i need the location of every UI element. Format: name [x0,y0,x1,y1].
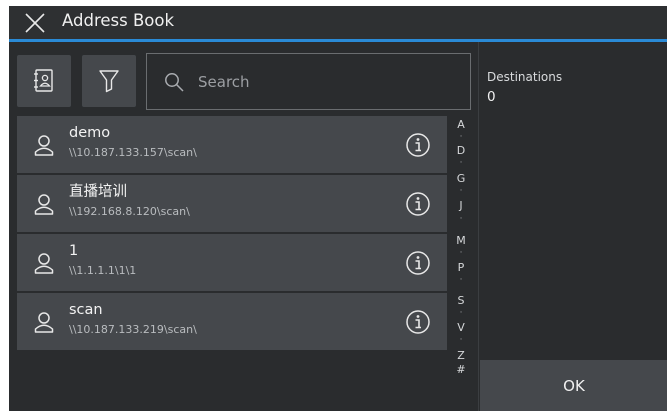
filter-icon [99,70,119,93]
toolbar: Search [9,47,477,110]
address-book-screen: Address Book Search demo \\10.187.133.15… [9,6,667,411]
alpha-index-letter[interactable]: S [447,294,475,307]
entry-name: demo [69,125,111,141]
alpha-index-separator: · [459,275,463,285]
filter-button[interactable] [82,55,136,107]
entry-path: \\10.187.133.219\scan\ [69,323,197,336]
user-icon [34,135,54,156]
entry-name: 1 [69,243,79,259]
destinations-panel: Destinations 0 OK [478,42,667,411]
alpha-index-separator: · [459,308,463,318]
info-icon[interactable] [405,250,431,276]
list-item[interactable]: demo \\10.187.133.157\scan\ [17,116,447,173]
alpha-index-letter[interactable]: M [447,234,475,247]
alpha-index-separator: · [459,132,463,142]
alpha-index-separator: · [459,158,463,168]
user-icon [34,194,54,215]
entry-name: scan [69,302,103,318]
info-icon[interactable] [405,132,431,158]
entry-path: \\192.168.8.120\scan\ [69,205,190,218]
alpha-index-letter[interactable]: Z [447,349,475,362]
alpha-index-letter[interactable]: P [447,261,475,274]
list-item[interactable]: 直播培训 \\192.168.8.120\scan\ [17,175,447,232]
search-placeholder: Search [198,73,250,91]
close-icon[interactable] [23,11,47,35]
info-icon[interactable] [405,191,431,217]
list-item[interactable]: scan \\10.187.133.219\scan\ [17,293,447,350]
alpha-index-letter[interactable]: # [447,363,475,376]
alpha-index-letter[interactable]: G [447,172,475,185]
search-input[interactable]: Search [146,53,471,110]
alpha-index-letter[interactable]: J [447,199,475,212]
ok-button[interactable]: OK [480,360,667,411]
alpha-index-separator: · [459,335,463,345]
address-book-icon [34,69,53,92]
alpha-index-letter[interactable]: D [447,144,475,157]
destinations-label: Destinations [487,70,563,84]
alpha-index-separator: · [459,214,463,224]
alphabet-index[interactable]: A · D · G · J · M · P · S · V · Z # [447,116,475,411]
alpha-index-letter[interactable]: V [447,321,475,334]
info-icon[interactable] [405,309,431,335]
alpha-index-separator: · [459,186,463,196]
entry-path: \\1.1.1.1\1\1 [69,264,137,277]
destinations-count: 0 [487,89,496,105]
alpha-index-separator: · [459,248,463,258]
entry-name: 直播培训 [69,184,127,200]
entry-path: \\10.187.133.157\scan\ [69,146,197,159]
user-icon [34,312,54,333]
header-bar: Address Book [9,6,667,42]
search-icon [165,73,184,92]
alpha-index-letter[interactable]: A [447,118,475,131]
user-icon [34,253,54,274]
address-book-button[interactable] [17,55,71,107]
page-title: Address Book [62,11,175,30]
list-item[interactable]: 1 \\1.1.1.1\1\1 [17,234,447,291]
